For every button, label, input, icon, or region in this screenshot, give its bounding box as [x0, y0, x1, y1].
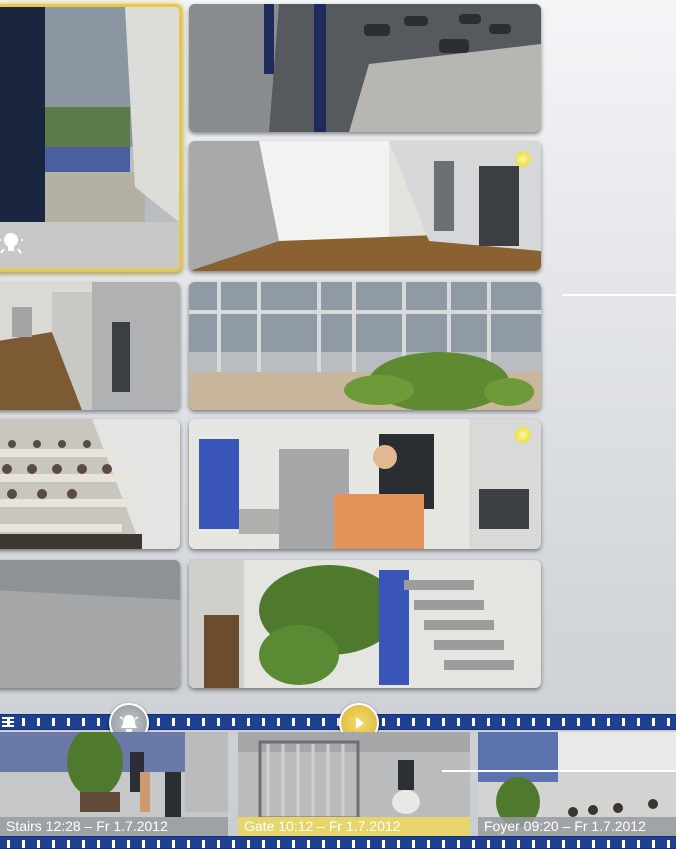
- film-clip-caption: Gate 10:12 – Fr 1.7.2012: [238, 817, 470, 836]
- floor-scene: [0, 560, 180, 688]
- lecture-scene: [0, 419, 180, 549]
- filmstrip-rail-top: [0, 714, 676, 730]
- callout-line: [442, 770, 676, 772]
- film-clip-caption: Foyer 09:20 – Fr 1.7.2012: [478, 817, 676, 836]
- lightbulb-icon[interactable]: [0, 229, 23, 257]
- camera-tile-lecture[interactable]: [0, 419, 180, 549]
- filmstrip-rail-bottom: [0, 836, 676, 849]
- terrace-scene: [0, 7, 179, 269]
- menu-icon[interactable]: [2, 717, 14, 727]
- film-clip-foyer[interactable]: Foyer 09:20 – Fr 1.7.2012: [478, 732, 676, 836]
- status-dot-icon: [515, 151, 531, 167]
- camera-tile-terrace[interactable]: [0, 4, 182, 272]
- camera-tile-parking[interactable]: [189, 4, 541, 132]
- film-clip-gate[interactable]: Gate 10:12 – Fr 1.7.2012: [238, 732, 470, 836]
- camera-tile-hallway[interactable]: [189, 141, 541, 271]
- film-clip-stairs[interactable]: Stairs 12:28 – Fr 1.7.2012: [0, 732, 228, 836]
- lobby-scene: [189, 419, 541, 549]
- corridor-scene: [0, 282, 180, 410]
- film-clip-caption: Stairs 12:28 – Fr 1.7.2012: [0, 817, 228, 836]
- camera-tile-atrium[interactable]: [189, 282, 541, 410]
- alarm-bell-icon: [119, 715, 139, 732]
- stairwell-scene: [189, 560, 541, 688]
- camera-tile-lobby[interactable]: [189, 419, 541, 549]
- status-dot-icon: [515, 427, 531, 443]
- hallway-scene: [189, 141, 541, 271]
- callout-line: [562, 294, 676, 296]
- atrium-scene: [189, 282, 541, 410]
- camera-tile-corridor[interactable]: [0, 282, 180, 410]
- play-icon: [356, 717, 364, 729]
- camera-tile-stairwell[interactable]: [189, 560, 541, 688]
- camera-tile-floor[interactable]: [0, 560, 180, 688]
- parking-scene: [189, 4, 541, 132]
